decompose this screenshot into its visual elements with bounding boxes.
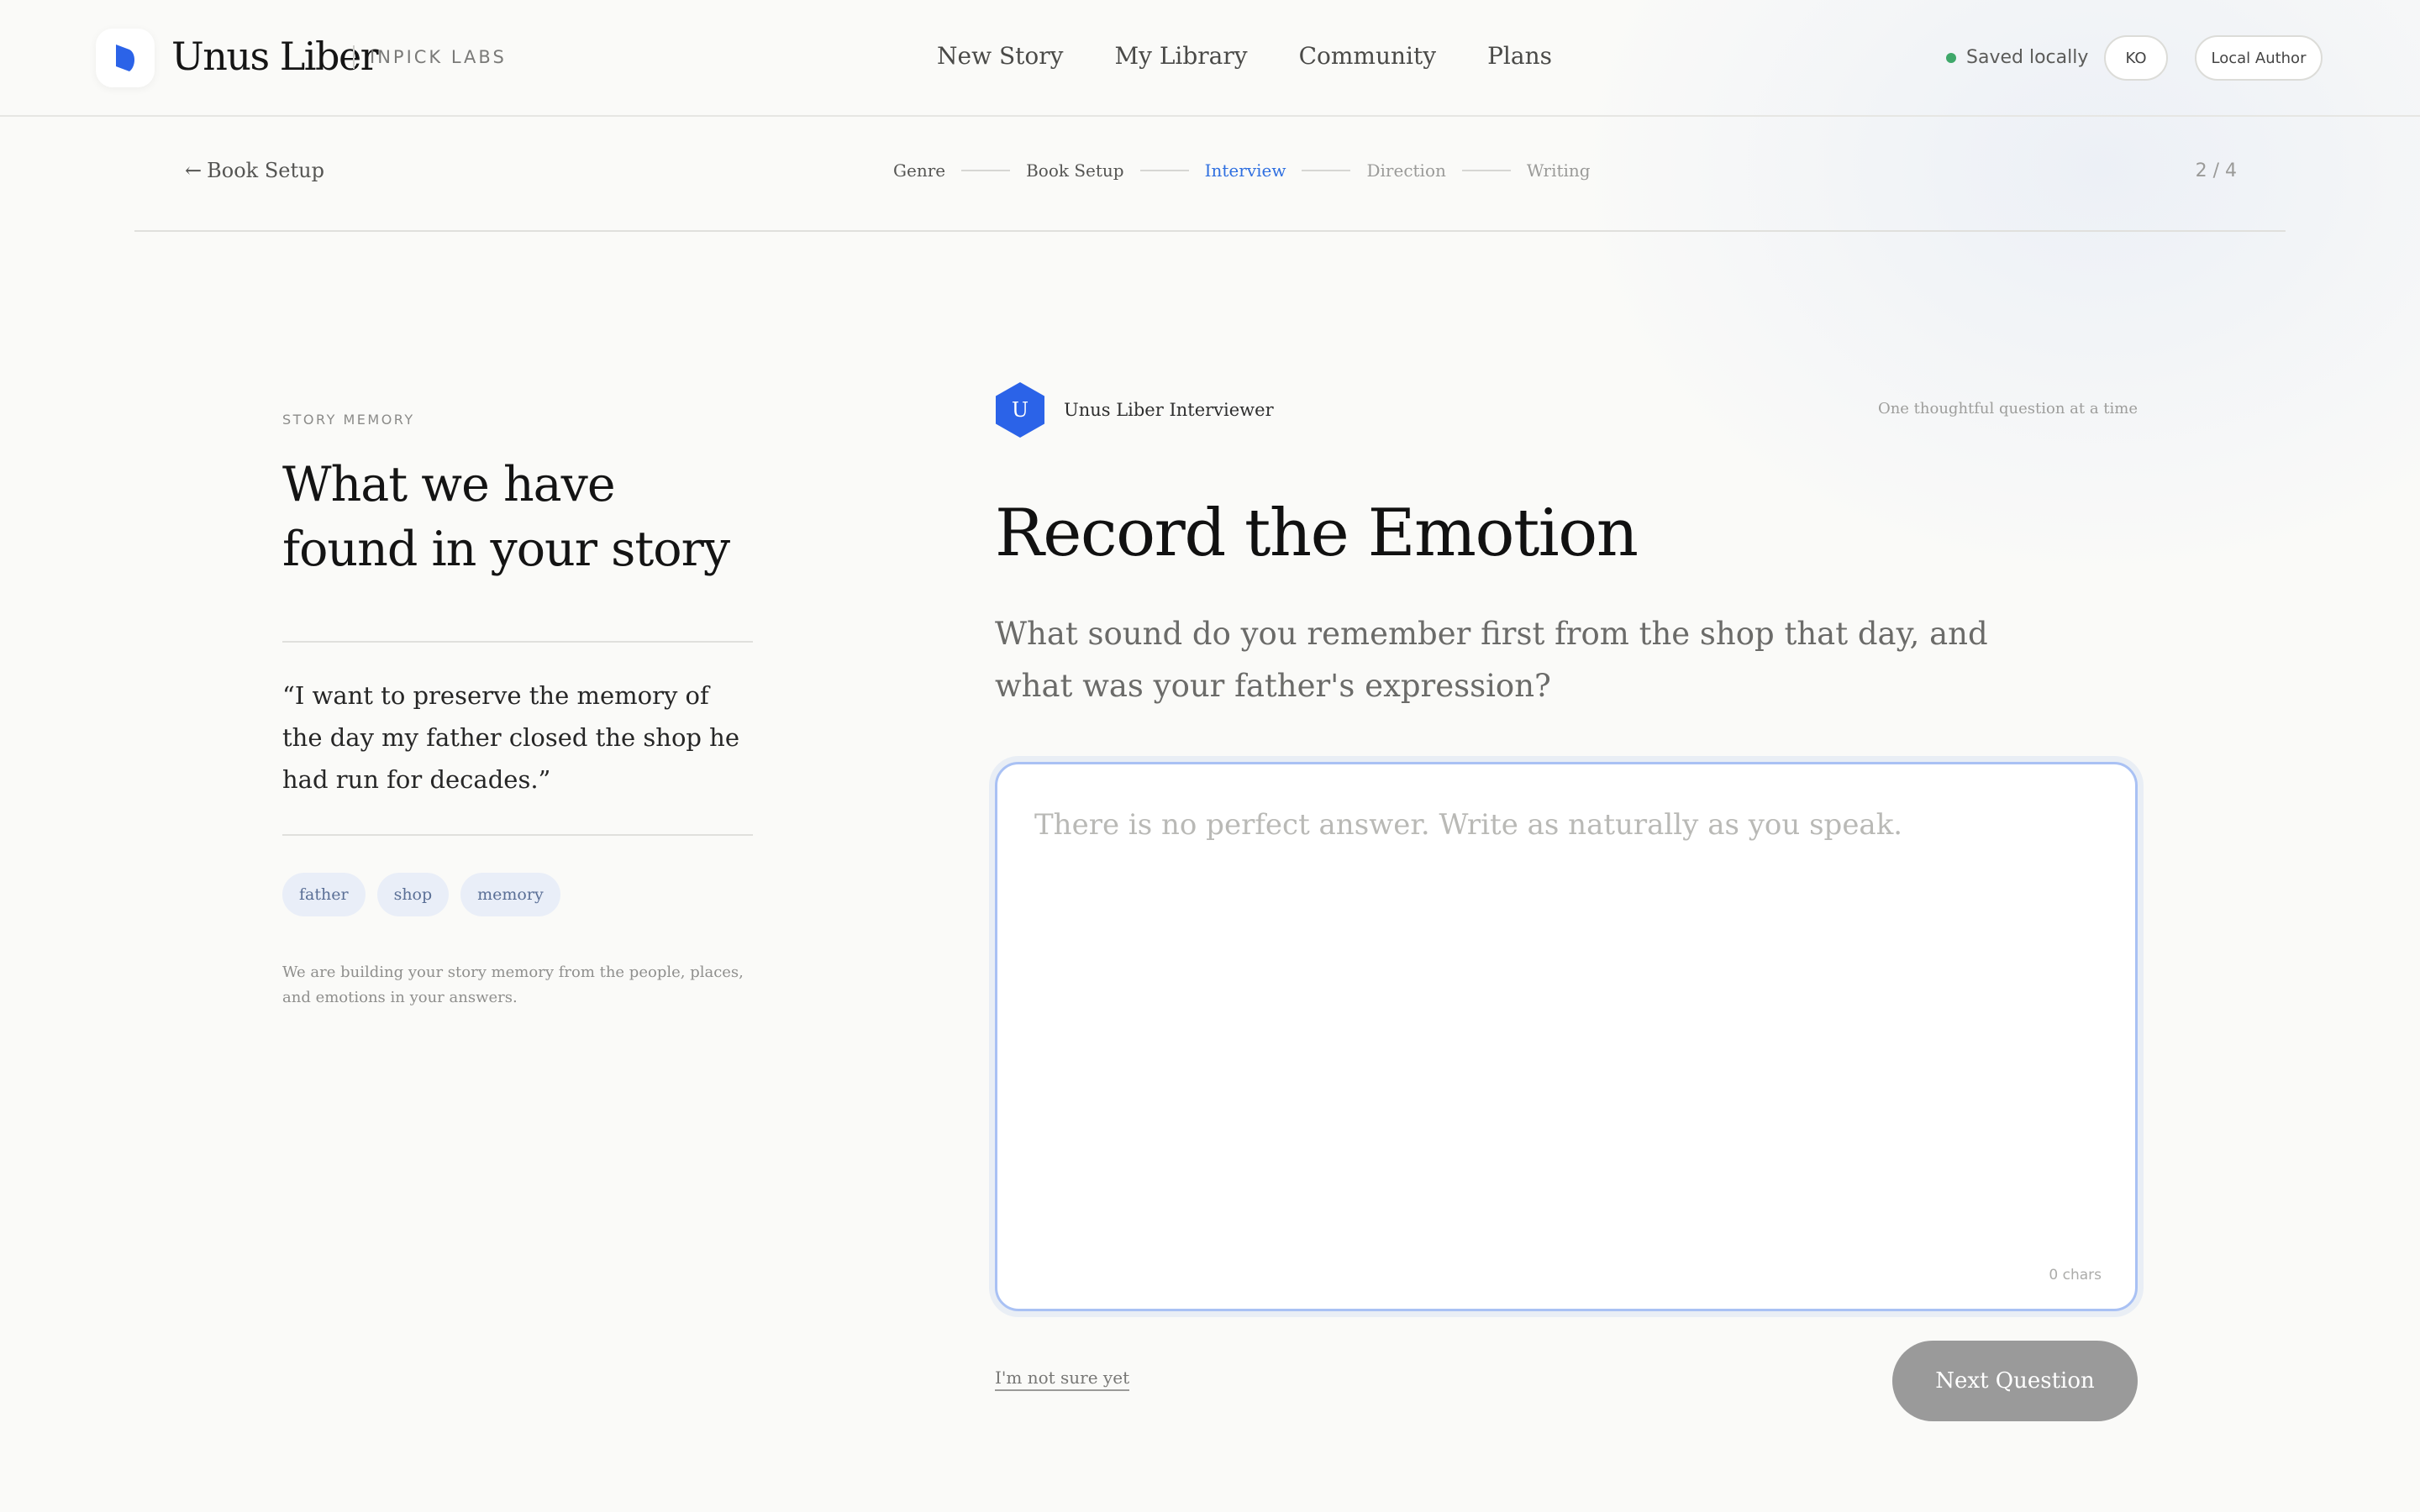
step-book-setup[interactable]: Book Setup xyxy=(1026,160,1124,181)
step-connector xyxy=(1302,170,1351,171)
main-nav: New Story My Library Community Plans xyxy=(937,42,1552,70)
interviewer-header: U Unus Liber Interviewer One thoughtful … xyxy=(995,381,2138,442)
save-status: Saved locally xyxy=(1946,47,2088,68)
status-dot-icon xyxy=(1946,52,1956,63)
nav-new-story[interactable]: New Story xyxy=(937,42,1063,70)
divider xyxy=(282,834,753,836)
tag-father: father xyxy=(282,873,366,916)
nav-community[interactable]: Community xyxy=(1299,42,1436,70)
memory-tags: father shop memory xyxy=(282,873,753,916)
back-link-label: Book Setup xyxy=(207,159,324,182)
story-memory-panel: STORY MEMORY What we have found in your … xyxy=(282,412,753,1011)
arrow-left-icon: ← xyxy=(185,159,203,182)
interviewer-avatar: U xyxy=(995,381,1045,438)
interviewer-name: Unus Liber Interviewer xyxy=(1064,400,1274,420)
question-counter: 2 / 4 xyxy=(2195,160,2237,181)
step-direction: Direction xyxy=(1366,160,1446,181)
step-genre[interactable]: Genre xyxy=(893,160,945,181)
brand-divider xyxy=(353,45,355,69)
step-connector xyxy=(1139,170,1189,171)
not-sure-link[interactable]: I'm not sure yet xyxy=(995,1368,1130,1391)
answer-textarea[interactable] xyxy=(1034,808,2093,1211)
step-interview[interactable]: Interview xyxy=(1205,160,1286,181)
nav-plans[interactable]: Plans xyxy=(1487,42,1552,70)
brand-subtitle: INPICK LABS xyxy=(370,47,507,67)
tag-shop: shop xyxy=(376,873,450,916)
answer-box: 0 chars xyxy=(995,762,2138,1311)
page: Unus Liber INPICK LABS New Story My Libr… xyxy=(0,0,2420,1512)
language-toggle-button[interactable]: KO xyxy=(2104,35,2168,81)
step-writing: Writing xyxy=(1526,160,1591,181)
avatar-letter: U xyxy=(1011,398,1029,422)
story-memory-title: What we have found in your story xyxy=(282,457,730,577)
nav-my-library[interactable]: My Library xyxy=(1114,42,1247,70)
author-profile-button[interactable]: Local Author xyxy=(2195,35,2323,81)
story-memory-note: We are building your story memory from t… xyxy=(282,963,744,1006)
story-memory-eyebrow: STORY MEMORY xyxy=(282,412,415,428)
step-connector xyxy=(1461,170,1511,171)
step-progress-bar: ← Book Setup Genre Book Setup Interview … xyxy=(134,117,2286,232)
save-status-label: Saved locally xyxy=(1966,47,2089,68)
brand-name[interactable]: Unus Liber xyxy=(171,34,379,79)
divider xyxy=(282,641,753,643)
tag-memory: memory xyxy=(460,873,560,916)
step-list: Genre Book Setup Interview Direction Wri… xyxy=(893,160,1591,181)
interviewer-hint: One thoughtful question at a time xyxy=(1877,400,2138,417)
back-link[interactable]: ← Book Setup xyxy=(185,159,324,182)
next-question-button[interactable]: Next Question xyxy=(1892,1341,2138,1421)
question-text: What sound do you remember first from th… xyxy=(995,616,1988,704)
story-quote: “I want to preserve the memory of the da… xyxy=(282,681,740,794)
char-count: 0 chars xyxy=(2049,1267,2102,1284)
question-title: Record the Emotion xyxy=(995,496,1639,571)
step-connector xyxy=(961,170,1011,171)
logo-icon[interactable] xyxy=(96,29,155,87)
top-navigation: Unus Liber INPICK LABS New Story My Libr… xyxy=(0,0,2420,117)
